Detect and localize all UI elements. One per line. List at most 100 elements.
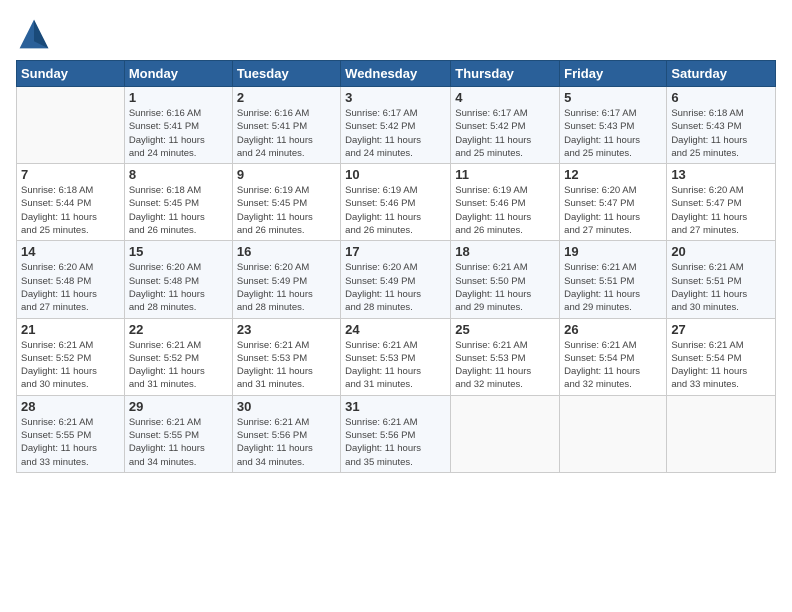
day-info: Sunrise: 6:19 AM Sunset: 5:46 PM Dayligh… [455,184,555,237]
calendar-day-cell: 23 Sunrise: 6:21 AM Sunset: 5:53 PM Dayli… [232,318,340,395]
calendar-day-cell: 6 Sunrise: 6:18 AM Sunset: 5:43 PM Daylig… [667,87,776,164]
day-number: 19 [564,244,662,259]
calendar-day-cell: 25 Sunrise: 6:21 AM Sunset: 5:53 PM Dayli… [451,318,560,395]
calendar-day-cell: 20Sunrise: 6:21 AM Sunset: 5:51 PM Dayli… [667,241,776,318]
day-info: Sunrise: 6:21 AM Sunset: 5:55 PM Dayligh… [129,416,228,469]
page-container: SundayMondayTuesdayWednesdayThursdayFrid… [0,0,792,481]
day-number: 17 [345,244,446,259]
calendar-day-cell: 8 Sunrise: 6:18 AM Sunset: 5:45 PM Daylig… [124,164,232,241]
day-number: 22 [129,322,228,337]
day-info: Sunrise: 6:21 AM Sunset: 5:53 PM Dayligh… [237,339,336,392]
day-number: 14 [21,244,120,259]
calendar-day-cell: 3 Sunrise: 6:17 AM Sunset: 5:42 PM Daylig… [341,87,451,164]
calendar-day-cell: 9 Sunrise: 6:19 AM Sunset: 5:45 PM Daylig… [232,164,340,241]
day-info: Sunrise: 6:20 AM Sunset: 5:49 PM Dayligh… [345,261,446,314]
calendar-day-cell: 27 Sunrise: 6:21 AM Sunset: 5:54 PM Dayli… [667,318,776,395]
calendar-day-cell: 19 Sunrise: 6:21 AM Sunset: 5:51 PM Dayli… [560,241,667,318]
day-header-tuesday: Tuesday [232,61,340,87]
day-number: 31 [345,399,446,414]
day-number: 29 [129,399,228,414]
day-number: 30 [237,399,336,414]
day-info: Sunrise: 6:17 AM Sunset: 5:42 PM Dayligh… [455,107,555,160]
calendar-day-cell: 15 Sunrise: 6:20 AM Sunset: 5:48 PM Dayli… [124,241,232,318]
calendar-day-cell: 10Sunrise: 6:19 AM Sunset: 5:46 PM Dayli… [341,164,451,241]
calendar-day-cell: 12Sunrise: 6:20 AM Sunset: 5:47 PM Dayli… [560,164,667,241]
calendar-day-cell: 30 Sunrise: 6:21 AM Sunset: 5:56 PM Dayli… [232,395,340,472]
day-info: Sunrise: 6:18 AM Sunset: 5:43 PM Dayligh… [671,107,771,160]
day-header-saturday: Saturday [667,61,776,87]
day-info: Sunrise: 6:18 AM Sunset: 5:45 PM Dayligh… [129,184,228,237]
page-header [16,16,776,52]
day-number: 20 [671,244,771,259]
calendar-day-cell: 2Sunrise: 6:16 AM Sunset: 5:41 PM Daylig… [232,87,340,164]
calendar-day-cell [667,395,776,472]
day-header-friday: Friday [560,61,667,87]
calendar-week-row: 21 Sunrise: 6:21 AM Sunset: 5:52 PM Dayli… [17,318,776,395]
calendar-day-cell: 1Sunrise: 6:16 AM Sunset: 5:41 PM Daylig… [124,87,232,164]
day-number: 21 [21,322,120,337]
calendar-week-row: 7 Sunrise: 6:18 AM Sunset: 5:44 PM Daylig… [17,164,776,241]
logo-icon [16,16,52,52]
day-number: 16 [237,244,336,259]
calendar-day-cell: 31 Sunrise: 6:21 AM Sunset: 5:56 PM Dayli… [341,395,451,472]
day-info: Sunrise: 6:20 AM Sunset: 5:47 PM Dayligh… [564,184,662,237]
calendar-day-cell: 16Sunrise: 6:20 AM Sunset: 5:49 PM Dayli… [232,241,340,318]
logo [16,16,56,52]
calendar-week-row: 28 Sunrise: 6:21 AM Sunset: 5:55 PM Dayli… [17,395,776,472]
calendar-day-cell: 28 Sunrise: 6:21 AM Sunset: 5:55 PM Dayli… [17,395,125,472]
calendar-day-cell [17,87,125,164]
calendar-day-cell: 5 Sunrise: 6:17 AM Sunset: 5:43 PM Daylig… [560,87,667,164]
day-info: Sunrise: 6:21 AM Sunset: 5:54 PM Dayligh… [564,339,662,392]
day-number: 25 [455,322,555,337]
day-info: Sunrise: 6:21 AM Sunset: 5:56 PM Dayligh… [345,416,446,469]
day-number: 27 [671,322,771,337]
day-info: Sunrise: 6:17 AM Sunset: 5:42 PM Dayligh… [345,107,446,160]
calendar-day-cell [560,395,667,472]
day-number: 15 [129,244,228,259]
day-info: Sunrise: 6:21 AM Sunset: 5:56 PM Dayligh… [237,416,336,469]
day-number: 28 [21,399,120,414]
day-info: Sunrise: 6:17 AM Sunset: 5:43 PM Dayligh… [564,107,662,160]
day-number: 8 [129,167,228,182]
day-info: Sunrise: 6:21 AM Sunset: 5:54 PM Dayligh… [671,339,771,392]
day-number: 18 [455,244,555,259]
calendar-table: SundayMondayTuesdayWednesdayThursdayFrid… [16,60,776,473]
calendar-day-cell: 4 Sunrise: 6:17 AM Sunset: 5:42 PM Daylig… [451,87,560,164]
day-number: 5 [564,90,662,105]
day-info: Sunrise: 6:21 AM Sunset: 5:52 PM Dayligh… [21,339,120,392]
calendar-header-row: SundayMondayTuesdayWednesdayThursdayFrid… [17,61,776,87]
day-info: Sunrise: 6:21 AM Sunset: 5:53 PM Dayligh… [345,339,446,392]
calendar-day-cell: 21 Sunrise: 6:21 AM Sunset: 5:52 PM Dayli… [17,318,125,395]
day-header-monday: Monday [124,61,232,87]
day-number: 10 [345,167,446,182]
day-info: Sunrise: 6:20 AM Sunset: 5:48 PM Dayligh… [129,261,228,314]
day-number: 7 [21,167,120,182]
day-number: 6 [671,90,771,105]
calendar-day-cell [451,395,560,472]
day-info: Sunrise: 6:19 AM Sunset: 5:45 PM Dayligh… [237,184,336,237]
calendar-day-cell: 17 Sunrise: 6:20 AM Sunset: 5:49 PM Dayli… [341,241,451,318]
day-info: Sunrise: 6:21 AM Sunset: 5:55 PM Dayligh… [21,416,120,469]
day-number: 4 [455,90,555,105]
calendar-day-cell: 26Sunrise: 6:21 AM Sunset: 5:54 PM Dayli… [560,318,667,395]
day-info: Sunrise: 6:18 AM Sunset: 5:44 PM Dayligh… [21,184,120,237]
day-number: 2 [237,90,336,105]
calendar-day-cell: 14 Sunrise: 6:20 AM Sunset: 5:48 PM Dayli… [17,241,125,318]
calendar-day-cell: 7 Sunrise: 6:18 AM Sunset: 5:44 PM Daylig… [17,164,125,241]
day-info: Sunrise: 6:20 AM Sunset: 5:48 PM Dayligh… [21,261,120,314]
calendar-day-cell: 22Sunrise: 6:21 AM Sunset: 5:52 PM Dayli… [124,318,232,395]
day-number: 24 [345,322,446,337]
calendar-day-cell: 13Sunrise: 6:20 AM Sunset: 5:47 PM Dayli… [667,164,776,241]
day-header-thursday: Thursday [451,61,560,87]
day-number: 9 [237,167,336,182]
day-info: Sunrise: 6:21 AM Sunset: 5:51 PM Dayligh… [564,261,662,314]
day-info: Sunrise: 6:21 AM Sunset: 5:50 PM Dayligh… [455,261,555,314]
day-number: 3 [345,90,446,105]
calendar-day-cell: 11Sunrise: 6:19 AM Sunset: 5:46 PM Dayli… [451,164,560,241]
day-info: Sunrise: 6:16 AM Sunset: 5:41 PM Dayligh… [129,107,228,160]
calendar-day-cell: 29 Sunrise: 6:21 AM Sunset: 5:55 PM Dayli… [124,395,232,472]
day-info: Sunrise: 6:21 AM Sunset: 5:53 PM Dayligh… [455,339,555,392]
calendar-week-row: 1Sunrise: 6:16 AM Sunset: 5:41 PM Daylig… [17,87,776,164]
day-number: 23 [237,322,336,337]
calendar-day-cell: 18 Sunrise: 6:21 AM Sunset: 5:50 PM Dayli… [451,241,560,318]
